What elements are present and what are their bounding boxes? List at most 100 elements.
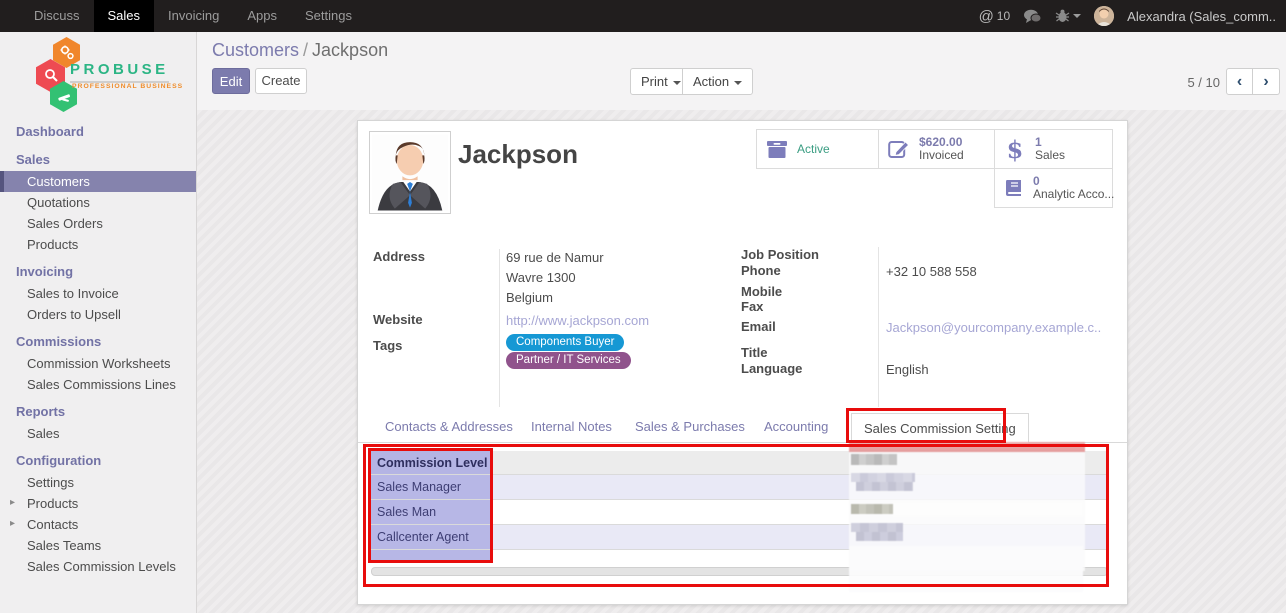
user-name[interactable]: Alexandra (Sales_comm.. (1127, 9, 1276, 24)
app-window: Discuss Sales Invoicing Apps Settings @ … (0, 0, 1286, 613)
invoiced-stat-button[interactable]: $620.00 Invoiced (878, 129, 995, 169)
breadcrumb: Customers/Jackpson (212, 40, 388, 61)
at-icon: @ (979, 8, 994, 25)
menu-settings[interactable]: Settings (291, 0, 366, 32)
address-line2[interactable]: Wavre 1300 (506, 270, 576, 285)
sidebar-section-configuration[interactable]: Configuration (0, 449, 196, 472)
sidebar-item-reports-sales[interactable]: Sales (0, 423, 196, 444)
address-label: Address (373, 249, 425, 264)
mobile-label: Mobile (741, 284, 782, 299)
sidebar-item-commission-worksheets[interactable]: Commission Worksheets (0, 353, 196, 374)
sidebar-item-products[interactable]: Products (0, 234, 196, 255)
email-link[interactable]: Jackpson@yourcompany.example.c.. (886, 320, 1101, 335)
pixelated-block (849, 546, 1083, 592)
record-form-sheet: Jackpson Active (357, 120, 1128, 605)
job-position-label: Job Position (741, 247, 819, 262)
pixelated-block (893, 502, 1083, 516)
top-menu: Discuss Sales Invoicing Apps Settings (0, 0, 366, 32)
sidebar-section-invoicing[interactable]: Invoicing (0, 260, 196, 283)
create-button[interactable]: Create (255, 68, 307, 94)
user-avatar[interactable] (1094, 6, 1114, 26)
address-line3[interactable]: Belgium (506, 290, 553, 305)
sidebar-item-sales-orders[interactable]: Sales Orders (0, 213, 196, 234)
sidebar-item-sales-commissions-lines[interactable]: Sales Commissions Lines (0, 374, 196, 395)
stat-buttons: Active $620.00 Invoiced $ (756, 129, 1113, 208)
edit-button[interactable]: Edit (212, 68, 250, 94)
email-label: Email (741, 319, 776, 334)
tag-components-buyer[interactable]: Components Buyer (506, 334, 624, 351)
tab-sales-commission-setting[interactable]: Sales Commission Setting (851, 413, 1029, 444)
tab-accounting[interactable]: Accounting (764, 419, 828, 434)
commission-level-header[interactable]: Commission Level (371, 451, 493, 474)
sales-stat-label: Sales (1035, 149, 1065, 162)
tab-internal-notes[interactable]: Internal Notes (531, 419, 612, 434)
sidebar-item-orders-to-upsell[interactable]: Orders to Upsell (0, 304, 196, 325)
sales-stat-button[interactable]: $ 1 Sales (994, 129, 1113, 169)
sidebar-item-sales-teams[interactable]: Sales Teams (0, 535, 196, 556)
book-icon (1003, 178, 1025, 198)
tag-partner-it-services[interactable]: Partner / IT Services (506, 352, 631, 369)
invoiced-stat-label: Invoiced (919, 149, 964, 162)
pixelated-block (856, 532, 903, 541)
archive-icon (765, 140, 789, 159)
pixelated-block (851, 473, 915, 482)
tab-sales-purchases[interactable]: Sales & Purchases (635, 419, 745, 434)
sidebar-section-sales[interactable]: Sales (0, 148, 196, 171)
sidebar-item-sales-to-invoice[interactable]: Sales to Invoice (0, 283, 196, 304)
sidebar-item-settings[interactable]: Settings (0, 472, 196, 493)
sidebar-item-customers[interactable]: Customers (0, 171, 196, 192)
sidebar-item-quotations[interactable]: Quotations (0, 192, 196, 213)
tab-contacts-addresses[interactable]: Contacts & Addresses (385, 419, 513, 434)
menu-invoicing[interactable]: Invoicing (154, 0, 233, 32)
sidebar-item-config-products[interactable]: ▸Products (0, 493, 196, 514)
customer-photo[interactable] (369, 131, 451, 214)
breadcrumb-customers-link[interactable]: Customers (212, 40, 299, 60)
sidebar-item-config-contacts[interactable]: ▸Contacts (0, 514, 196, 535)
menu-discuss[interactable]: Discuss (20, 0, 94, 32)
active-stat-button[interactable]: Active (756, 129, 879, 169)
commission-level-cell[interactable]: Sales Manager (371, 475, 493, 499)
pixelated-block (856, 482, 913, 491)
address-line1[interactable]: 69 rue de Namur (506, 250, 604, 265)
pixelated-block (851, 454, 897, 465)
tags-label: Tags (373, 338, 402, 353)
language-value[interactable]: English (886, 362, 929, 377)
column-separator (878, 247, 879, 407)
language-label: Language (741, 361, 802, 376)
analytic-stat-label: Analytic Acco... (1033, 188, 1114, 201)
menu-apps[interactable]: Apps (233, 0, 291, 32)
top-right-cluster: @ 10 (979, 0, 1286, 32)
pager-counter: 5 / 10 (1187, 75, 1220, 90)
redacted-pink-band (849, 442, 1085, 452)
chat-bubble-icon[interactable] (1023, 9, 1042, 24)
empty-level-cell (371, 550, 493, 563)
menu-sales[interactable]: Sales (94, 0, 155, 32)
commission-level-cell[interactable]: Sales Man (371, 500, 493, 524)
caret-down-icon (673, 81, 681, 85)
chevron-right-icon: ▸ (10, 517, 15, 530)
sidebar-item-dashboard[interactable]: Dashboard (0, 120, 196, 143)
top-navbar: Discuss Sales Invoicing Apps Settings @ … (0, 0, 1286, 32)
record-title: Jackpson (458, 139, 578, 170)
action-dropdown-button[interactable]: Action (682, 68, 753, 95)
column-separator (499, 249, 500, 407)
commission-level-cell[interactable]: Callcenter Agent (371, 525, 493, 549)
pager-next-button[interactable]: › (1253, 68, 1280, 95)
mentions-counter[interactable]: @ 10 (979, 8, 1011, 25)
pager-previous-button[interactable]: ‹ (1226, 68, 1253, 95)
caret-down-icon (734, 81, 742, 85)
breadcrumb-current: Jackpson (312, 40, 388, 60)
analytic-stat-button[interactable]: 0 Analytic Acco... (994, 168, 1113, 208)
sidebar-section-commissions[interactable]: Commissions (0, 330, 196, 353)
phone-value[interactable]: +32 10 588 558 (886, 264, 977, 279)
pixelated-block (851, 523, 903, 532)
sidebar-section-reports[interactable]: Reports (0, 400, 196, 423)
website-link[interactable]: http://www.jackpson.com (506, 313, 649, 328)
debug-bug-icon[interactable] (1055, 9, 1081, 23)
breadcrumb-separator: / (299, 40, 312, 60)
edit-icon (887, 139, 911, 159)
active-stat-label: Active (797, 143, 830, 156)
sidebar-item-sales-commission-levels[interactable]: Sales Commission Levels (0, 556, 196, 577)
mention-count: 10 (997, 9, 1010, 23)
logo-title: PROBUSE (70, 61, 169, 83)
